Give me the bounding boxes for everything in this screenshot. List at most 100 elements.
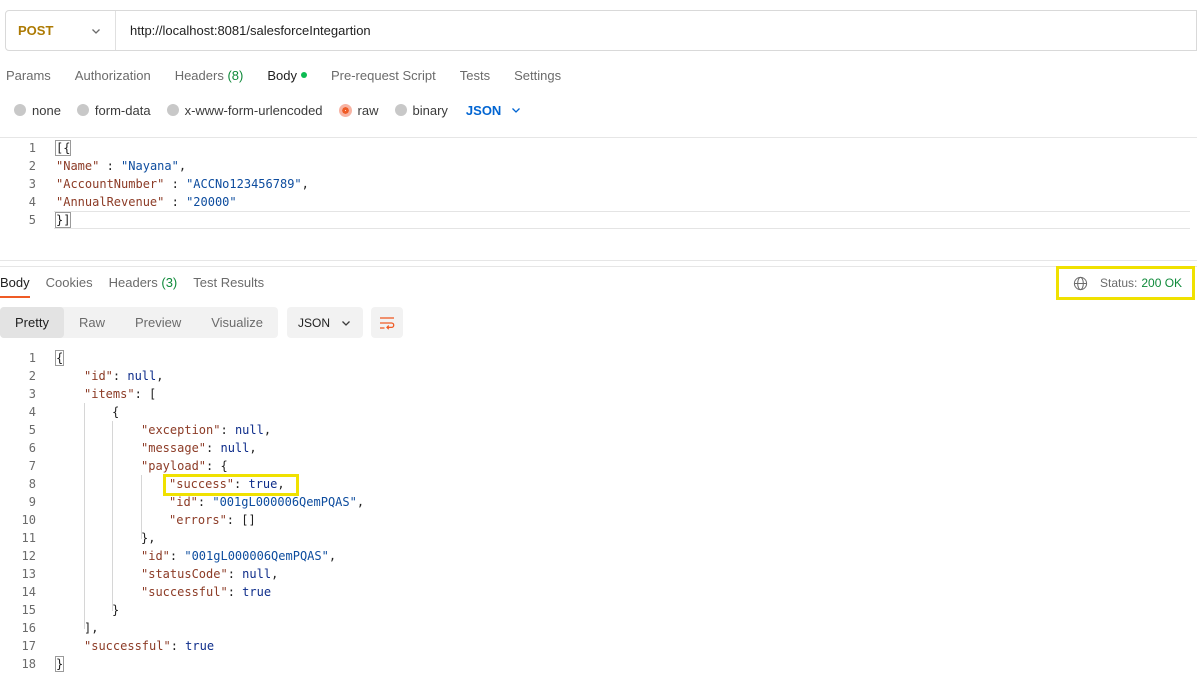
code-punct: : bbox=[206, 441, 221, 455]
json-key: "AccountNumber" bbox=[56, 177, 165, 191]
json-key: "Name" bbox=[56, 159, 100, 173]
request-body-editor[interactable]: 1 [{ 2 "Name" : "Nayana", 3 "AccountNumber"… bbox=[0, 139, 1197, 229]
code-line: 15} bbox=[0, 601, 1197, 619]
code-text: "Name" : "Nayana", bbox=[56, 157, 186, 175]
json-string: "001gL000006QemPQAS" bbox=[212, 495, 357, 509]
tab-tests[interactable]: Tests bbox=[460, 68, 490, 83]
code-text: }, bbox=[141, 529, 155, 547]
json-boolean: true bbox=[242, 585, 272, 599]
line-number: 17 bbox=[21, 639, 36, 653]
radio-circle-icon bbox=[166, 104, 179, 116]
code-text: "message": null, bbox=[141, 439, 257, 457]
response-format-label: JSON bbox=[298, 315, 331, 330]
code-line: 1{ bbox=[0, 349, 1197, 367]
tab-body[interactable]: Body bbox=[267, 68, 307, 83]
radio-urlencoded[interactable]: x-www-form-urlencoded bbox=[166, 102, 323, 118]
response-tab-cookies[interactable]: Cookies bbox=[46, 274, 93, 298]
tab-pre-request-script[interactable]: Pre-request Script bbox=[331, 68, 436, 83]
wrap-lines-button[interactable] bbox=[371, 307, 403, 338]
code-text: "AccountNumber" : "ACCNo123456789", bbox=[56, 175, 309, 193]
chevron-down-icon bbox=[92, 28, 100, 34]
body-type-options: none form-data x-www-form-urlencoded raw… bbox=[14, 100, 521, 120]
tab-headers-count: (8) bbox=[227, 67, 244, 83]
chevron-down-icon bbox=[512, 108, 521, 113]
code-punct: : bbox=[227, 585, 243, 599]
json-key: "statusCode" bbox=[141, 567, 228, 581]
view-pretty[interactable]: Pretty bbox=[0, 307, 64, 338]
tab-params[interactable]: Params bbox=[6, 68, 51, 83]
line-number: 6 bbox=[28, 441, 36, 455]
method-select[interactable]: POST bbox=[6, 11, 116, 50]
modified-dot-icon bbox=[300, 72, 307, 79]
code-punct: { bbox=[112, 405, 120, 419]
code-punct: : bbox=[227, 567, 243, 581]
tab-authorization[interactable]: Authorization bbox=[75, 68, 151, 83]
code-line: 18} bbox=[0, 655, 1197, 673]
line-number: 12 bbox=[21, 549, 36, 563]
request-tabs: Params Authorization Headers (8) Body Pr… bbox=[6, 64, 585, 86]
code-line: 7 "payload": { bbox=[0, 457, 1197, 475]
code-punct: : bbox=[169, 549, 185, 563]
line-number: 13 bbox=[21, 567, 36, 581]
response-tab-body[interactable]: Body bbox=[0, 274, 30, 298]
line-number: 10 bbox=[21, 513, 36, 527]
tab-headers[interactable]: Headers (8) bbox=[175, 68, 244, 83]
tab-settings[interactable]: Settings bbox=[514, 68, 561, 83]
status-value[interactable]: 200 OK bbox=[1141, 276, 1182, 290]
view-preview[interactable]: Preview bbox=[120, 307, 196, 338]
code-punct: : { bbox=[206, 459, 228, 473]
radio-circle-icon bbox=[14, 104, 26, 116]
response-tab-headers-label: Headers bbox=[108, 275, 158, 290]
code-punct: }, bbox=[141, 531, 156, 545]
radio-form-data[interactable]: form-data bbox=[76, 102, 151, 118]
json-string: "Nayana" bbox=[121, 159, 179, 173]
response-tabs: Body Cookies Headers (3) Test Results bbox=[0, 274, 280, 298]
line-number: 8 bbox=[28, 477, 36, 491]
json-boolean: true bbox=[185, 639, 215, 653]
code-punct: : [ bbox=[134, 387, 157, 401]
radio-raw[interactable]: raw bbox=[338, 103, 379, 118]
url-input[interactable] bbox=[116, 11, 1196, 50]
request-url-bar: POST bbox=[5, 10, 1197, 51]
line-number: 1 bbox=[28, 141, 36, 155]
code-punct: : bbox=[164, 177, 187, 191]
code-text: [{ bbox=[54, 139, 72, 157]
json-key: "exception" bbox=[141, 423, 221, 437]
response-tab-headers[interactable]: Headers (3) bbox=[109, 274, 178, 298]
code-line: 11}, bbox=[0, 529, 1197, 547]
line-number: 9 bbox=[28, 495, 36, 509]
response-body-viewer[interactable]: 1{ 2 "id": null, 3 "items": [ 4{ 5 "excepti… bbox=[0, 349, 1197, 674]
globe-icon[interactable] bbox=[1073, 276, 1088, 291]
view-raw[interactable]: Raw bbox=[64, 307, 120, 338]
code-text: }] bbox=[54, 211, 72, 229]
code-text: "errors": [] bbox=[169, 511, 256, 529]
json-null: null bbox=[234, 423, 264, 437]
code-punct: { bbox=[54, 350, 65, 366]
line-number: 15 bbox=[21, 603, 36, 617]
json-key: "errors" bbox=[169, 513, 227, 527]
response-tab-test-results[interactable]: Test Results bbox=[193, 274, 264, 298]
method-label: POST bbox=[18, 23, 54, 38]
radio-urlencoded-label: x-www-form-urlencoded bbox=[184, 102, 323, 118]
code-punct: , bbox=[156, 369, 164, 383]
code-punct: } bbox=[112, 603, 120, 617]
code-line: 4{ bbox=[0, 403, 1197, 421]
json-key: "successful" bbox=[84, 639, 171, 653]
code-line: 12 "id": "001gL000006QemPQAS", bbox=[0, 547, 1197, 565]
code-line: 3 "AccountNumber" : "ACCNo123456789", bbox=[0, 175, 1197, 193]
code-line: 4 "AnnualRevenue" : "20000" bbox=[0, 193, 1197, 211]
line-number: 3 bbox=[28, 387, 36, 401]
code-line: 2 "Name" : "Nayana", bbox=[0, 157, 1197, 175]
radio-binary-label: binary bbox=[412, 102, 448, 118]
view-visualize[interactable]: Visualize bbox=[196, 307, 278, 338]
radio-binary[interactable]: binary bbox=[394, 102, 448, 118]
line-number: 3 bbox=[28, 177, 36, 191]
code-line: 5 "exception": null, bbox=[0, 421, 1197, 439]
response-view-modes: Pretty Raw Preview Visualize bbox=[0, 307, 279, 338]
radio-none[interactable]: none bbox=[14, 103, 61, 118]
body-language-select[interactable]: JSON bbox=[466, 103, 521, 118]
code-text: "id": "001gL000006QemPQAS", bbox=[141, 547, 336, 565]
response-format-select[interactable]: JSON bbox=[287, 307, 363, 338]
radio-form-data-label: form-data bbox=[94, 102, 151, 118]
json-key: "message" bbox=[141, 441, 207, 455]
